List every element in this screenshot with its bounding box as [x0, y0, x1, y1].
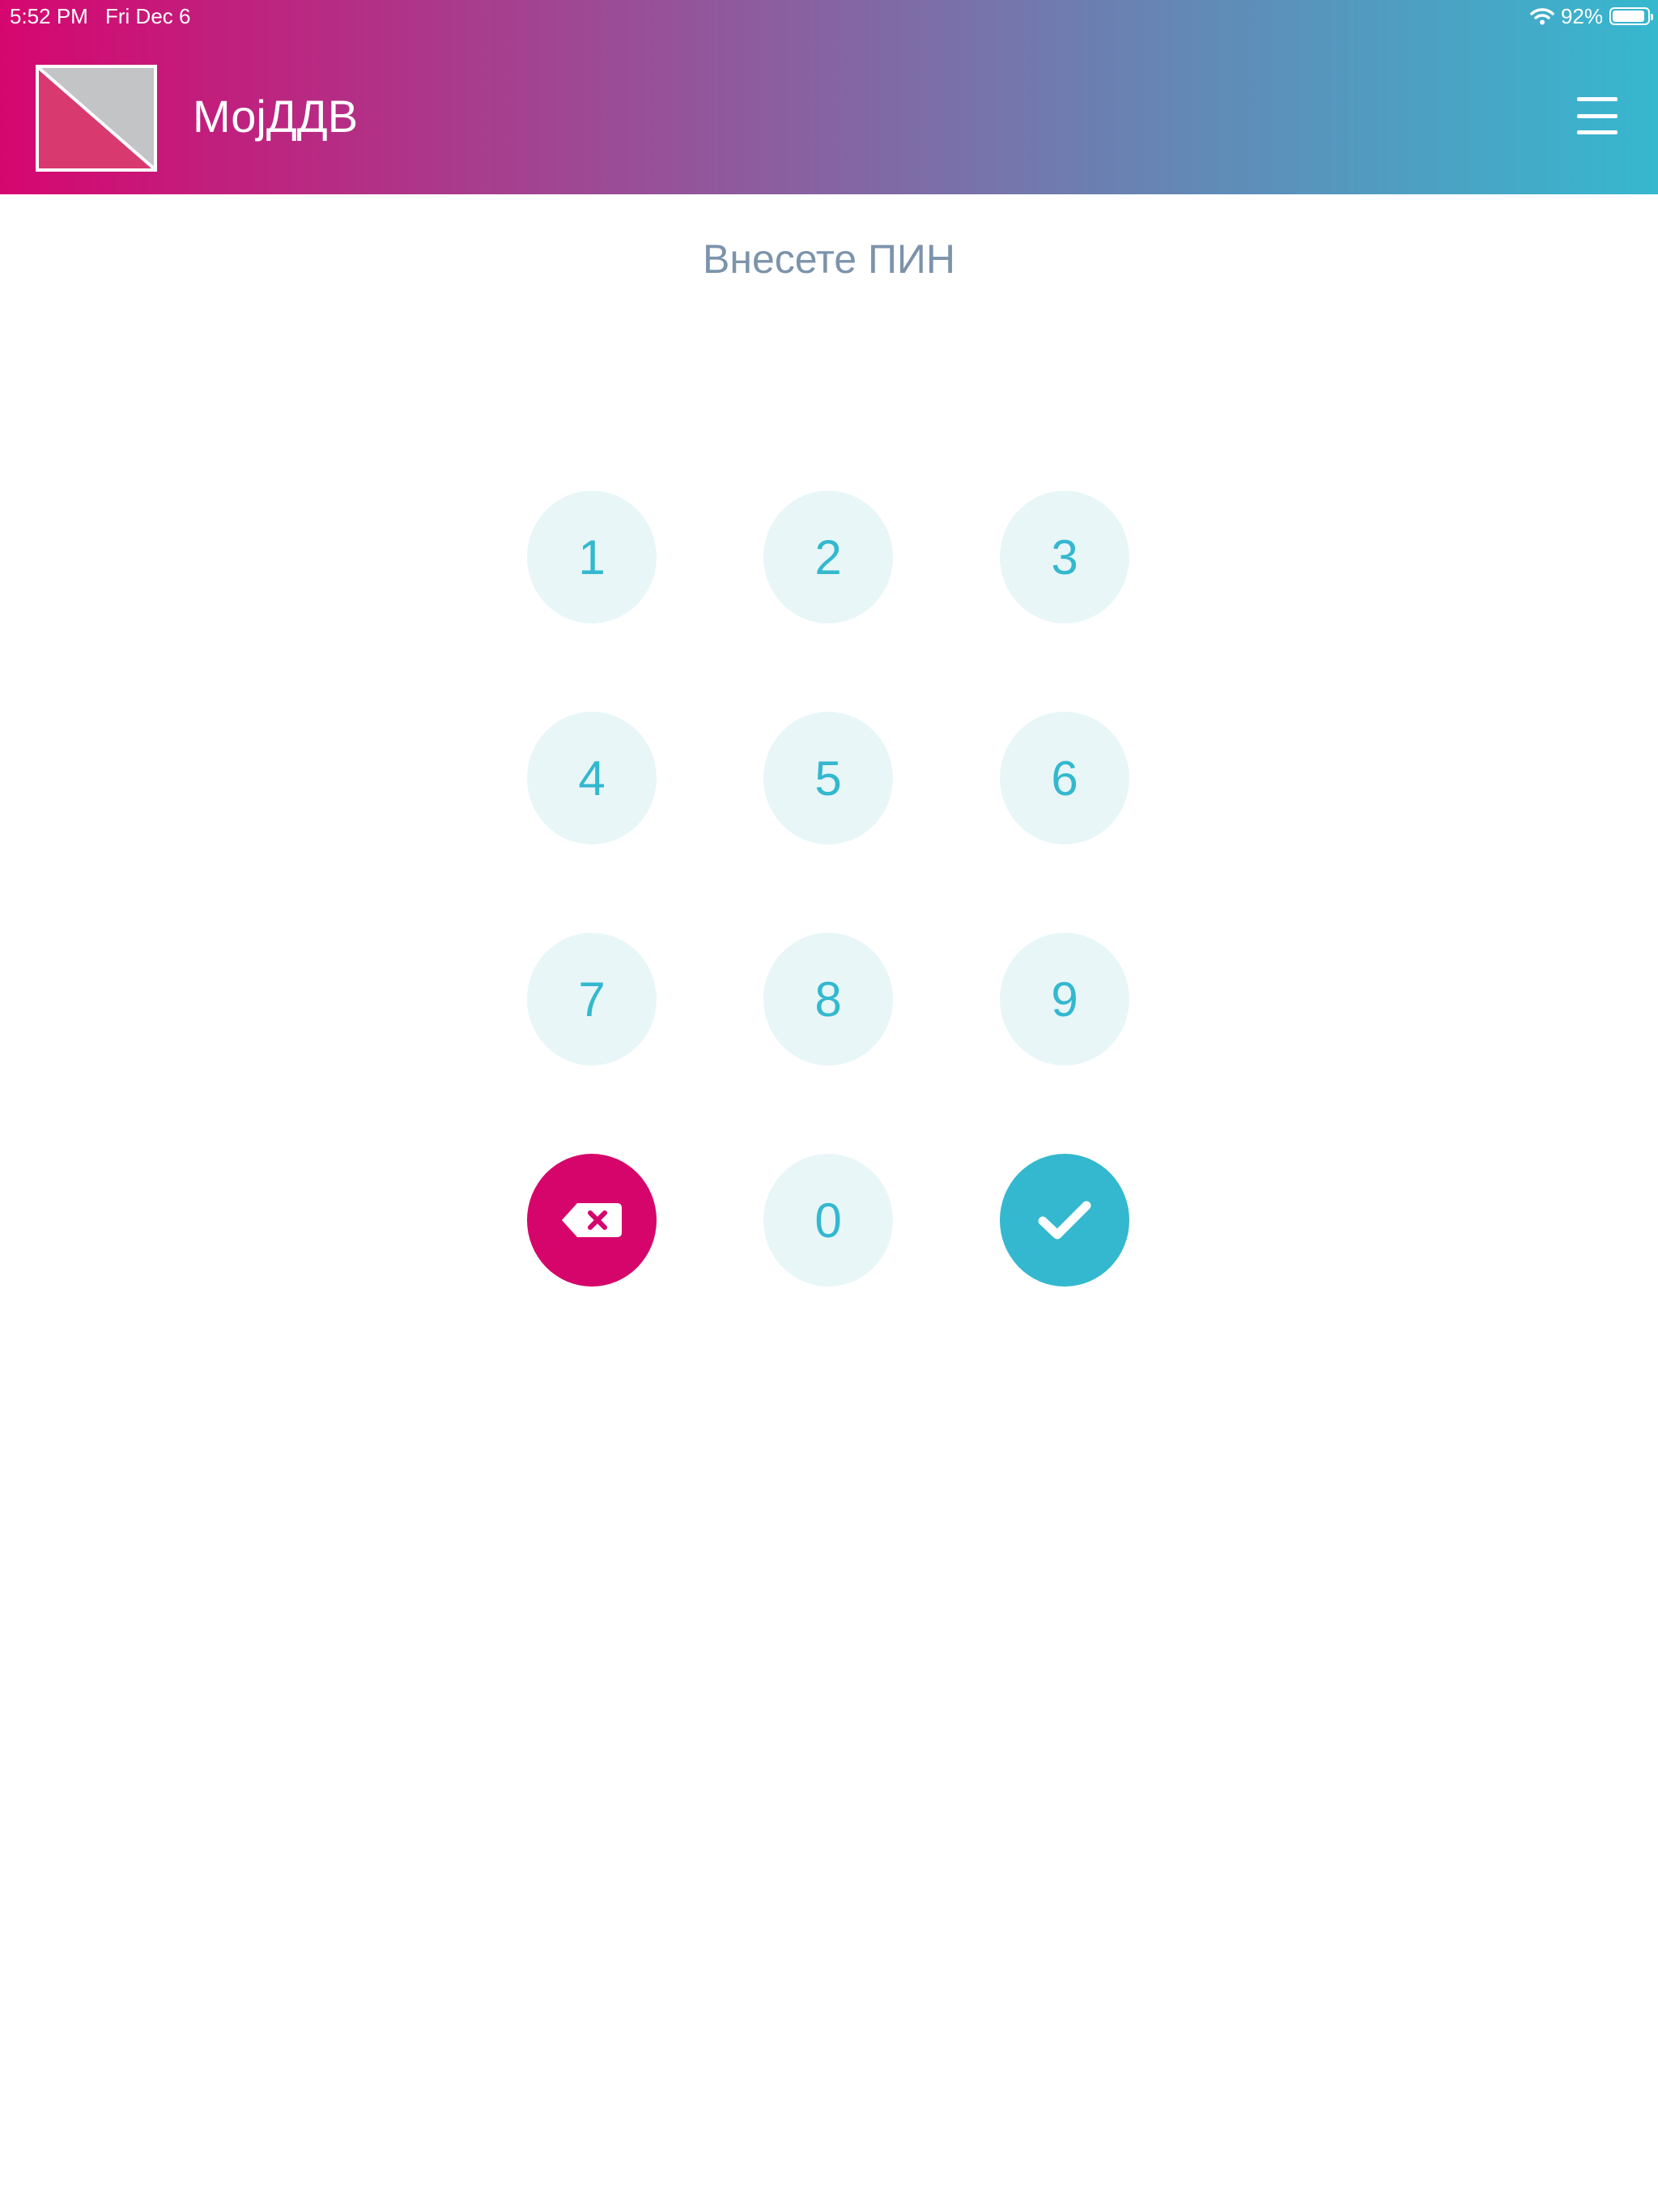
key-5[interactable]: 5 — [763, 712, 893, 844]
pin-keypad: 1 2 3 4 5 6 7 8 9 0 — [527, 491, 1130, 1287]
key-6[interactable]: 6 — [1000, 712, 1129, 844]
pin-prompt: Внесете ПИН — [703, 236, 955, 282]
app-title: МојДДВ — [193, 91, 359, 142]
key-4[interactable]: 4 — [527, 712, 657, 844]
delete-button[interactable] — [527, 1154, 657, 1287]
battery-level-fill — [1613, 11, 1644, 22]
app-header: 5:52 PM Fri Dec 6 92% МојДДВ — [0, 0, 1658, 194]
menu-line — [1577, 113, 1618, 118]
key-0[interactable]: 0 — [763, 1154, 893, 1287]
hamburger-menu-icon[interactable] — [1577, 97, 1618, 134]
key-1[interactable]: 1 — [527, 491, 657, 623]
app-screen: 5:52 PM Fri Dec 6 92% МојДДВ Внесете ПИН… — [0, 0, 1658, 2212]
key-8[interactable]: 8 — [763, 933, 893, 1066]
key-2[interactable]: 2 — [763, 491, 893, 623]
key-9[interactable]: 9 — [1000, 933, 1129, 1066]
wifi-icon — [1530, 7, 1554, 25]
key-3[interactable]: 3 — [1000, 491, 1129, 623]
key-7[interactable]: 7 — [527, 933, 657, 1066]
menu-line — [1577, 97, 1618, 101]
status-bar: 5:52 PM Fri Dec 6 92% — [0, 0, 1658, 32]
menu-line — [1577, 130, 1618, 134]
app-logo-icon — [36, 65, 157, 172]
status-time: 5:52 PM — [10, 4, 88, 28]
check-icon — [1038, 1199, 1091, 1241]
status-indicators: 92% — [1530, 0, 1653, 32]
confirm-button[interactable] — [1000, 1154, 1129, 1287]
battery-percentage: 92% — [1560, 4, 1603, 28]
status-date: Fri Dec 6 — [105, 4, 191, 28]
battery-icon — [1609, 7, 1653, 25]
backspace-icon — [559, 1200, 624, 1240]
